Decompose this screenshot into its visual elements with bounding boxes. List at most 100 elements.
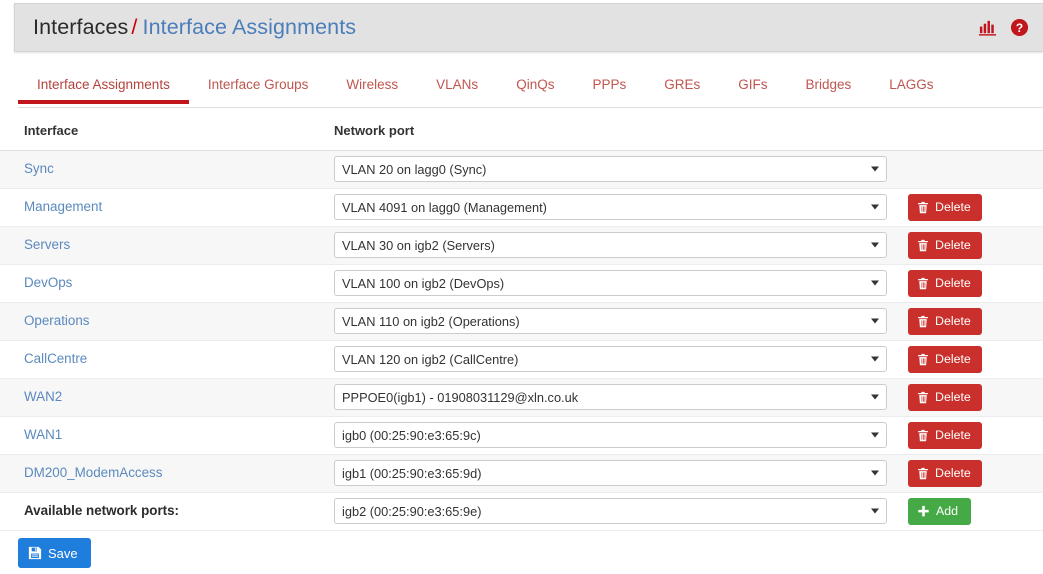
tab-bar: Interface Assignments Interface Groups W… bbox=[18, 70, 1043, 108]
cell-interface: CallCentre bbox=[0, 340, 331, 378]
delete-button-wan2[interactable]: Delete bbox=[908, 383, 982, 411]
tab-qinqs[interactable]: QinQs bbox=[497, 70, 573, 103]
delete-button-wan1[interactable]: Delete bbox=[908, 421, 982, 449]
interface-link-dm200-modemaccess[interactable]: DM200_ModemAccess bbox=[0, 465, 162, 480]
interface-link-wan1[interactable]: WAN1 bbox=[0, 427, 62, 442]
table-row: CallCentre VLAN 120 on igb2 (CallCentre) bbox=[0, 340, 1043, 378]
header-icon-group: ? bbox=[978, 18, 1029, 37]
delete-button-label: Delete bbox=[935, 427, 971, 442]
save-button-label: Save bbox=[48, 545, 78, 561]
delete-button-devops[interactable]: Delete bbox=[908, 269, 982, 297]
network-port-select-wan2[interactable]: PPPOE0(igb1) - 01908031129@xln.co.uk bbox=[334, 384, 887, 410]
network-port-select-callcentre[interactable]: VLAN 120 on igb2 (CallCentre) bbox=[334, 346, 887, 372]
table-head: Interface Network port bbox=[0, 120, 1043, 151]
tab-laggs[interactable]: LAGGs bbox=[870, 70, 952, 103]
column-header-actions bbox=[896, 120, 1043, 151]
network-port-value: VLAN 110 on igb2 (Operations) bbox=[342, 313, 520, 329]
cell-available-label: Available network ports: bbox=[0, 492, 331, 530]
chevron-down-icon bbox=[871, 432, 879, 438]
cell-actions: Delete bbox=[896, 188, 1043, 226]
network-port-select-wan1[interactable]: igb0 (00:25:90:e3:65:9c) bbox=[334, 422, 887, 448]
chevron-down-icon bbox=[871, 394, 879, 400]
breadcrumb-current[interactable]: Interface Assignments bbox=[143, 15, 357, 39]
network-port-select-operations[interactable]: VLAN 110 on igb2 (Operations) bbox=[334, 308, 887, 334]
chevron-down-icon bbox=[871, 242, 879, 248]
interface-link-servers[interactable]: Servers bbox=[0, 237, 70, 252]
delete-button-dm200-modemaccess[interactable]: Delete bbox=[908, 459, 982, 487]
delete-button-management[interactable]: Delete bbox=[908, 193, 982, 221]
network-port-value: VLAN 20 on lagg0 (Sync) bbox=[342, 161, 487, 177]
network-port-value: VLAN 120 on igb2 (CallCentre) bbox=[342, 351, 519, 367]
interface-link-wan2[interactable]: WAN2 bbox=[0, 389, 62, 404]
tab-gres[interactable]: GREs bbox=[645, 70, 719, 103]
tab-ppps[interactable]: PPPs bbox=[573, 70, 645, 103]
table-row: Sync VLAN 20 on lagg0 (Sync) bbox=[0, 150, 1043, 188]
help-circle-icon[interactable]: ? bbox=[1010, 18, 1029, 37]
tab-vlans[interactable]: VLANs bbox=[417, 70, 497, 103]
column-header-network-port: Network port bbox=[331, 120, 896, 151]
cell-actions: Delete bbox=[896, 226, 1043, 264]
network-port-select-management[interactable]: VLAN 4091 on lagg0 (Management) bbox=[334, 194, 887, 220]
trash-icon bbox=[918, 429, 928, 441]
cell-actions: Delete bbox=[896, 454, 1043, 492]
breadcrumb-root[interactable]: Interfaces bbox=[33, 15, 128, 39]
tab-bridges[interactable]: Bridges bbox=[786, 70, 870, 103]
cell-interface: WAN2 bbox=[0, 378, 331, 416]
delete-button-servers[interactable]: Delete bbox=[908, 231, 982, 259]
cell-actions: Add bbox=[896, 492, 1043, 530]
delete-button-callcentre[interactable]: Delete bbox=[908, 345, 982, 373]
table-row: WAN1 igb0 (00:25:90:e3:65:9c) Delete bbox=[0, 416, 1043, 454]
plus-icon bbox=[918, 505, 929, 516]
delete-button-operations[interactable]: Delete bbox=[908, 307, 982, 335]
available-network-ports-label: Available network ports: bbox=[24, 503, 180, 518]
trash-icon bbox=[918, 277, 928, 289]
tab-gifs[interactable]: GIFs bbox=[719, 70, 786, 103]
stats-chart-icon[interactable] bbox=[978, 18, 997, 37]
cell-interface: Servers bbox=[0, 226, 331, 264]
network-port-select-servers[interactable]: VLAN 30 on igb2 (Servers) bbox=[334, 232, 887, 258]
chevron-down-icon bbox=[871, 508, 879, 514]
available-network-port-select[interactable]: igb2 (00:25:90:e3:65:9e) bbox=[334, 498, 887, 524]
save-button[interactable]: Save bbox=[18, 538, 91, 568]
cell-network-port: VLAN 110 on igb2 (Operations) bbox=[331, 302, 896, 340]
network-port-select-dm200-modemaccess[interactable]: igb1 (00:25:90:e3:65:9d) bbox=[334, 460, 887, 486]
cell-network-port: VLAN 120 on igb2 (CallCentre) bbox=[331, 340, 896, 378]
delete-button-label: Delete bbox=[935, 237, 971, 252]
breadcrumb: Interfaces / Interface Assignments bbox=[33, 15, 356, 40]
page-header: Interfaces / Interface Assignments ? bbox=[14, 3, 1043, 52]
interface-link-operations[interactable]: Operations bbox=[0, 313, 90, 328]
tab-interface-groups[interactable]: Interface Groups bbox=[189, 70, 328, 103]
chevron-down-icon bbox=[871, 470, 879, 476]
breadcrumb-separator: / bbox=[131, 15, 138, 39]
tab-interface-assignments[interactable]: Interface Assignments bbox=[18, 70, 189, 104]
cell-network-port: igb0 (00:25:90:e3:65:9c) bbox=[331, 416, 896, 454]
cell-interface: Operations bbox=[0, 302, 331, 340]
cell-interface: DevOps bbox=[0, 264, 331, 302]
cell-actions: Delete bbox=[896, 416, 1043, 454]
table-row: DevOps VLAN 100 on igb2 (DevOps) Delete bbox=[0, 264, 1043, 302]
network-port-value: VLAN 30 on igb2 (Servers) bbox=[342, 237, 495, 253]
table-row: Servers VLAN 30 on igb2 (Servers) Delete bbox=[0, 226, 1043, 264]
chevron-down-icon bbox=[871, 356, 879, 362]
interface-link-devops[interactable]: DevOps bbox=[0, 275, 72, 290]
interface-link-management[interactable]: Management bbox=[0, 199, 102, 214]
network-port-select-devops[interactable]: VLAN 100 on igb2 (DevOps) bbox=[334, 270, 887, 296]
trash-icon bbox=[918, 391, 928, 403]
cell-actions: Delete bbox=[896, 264, 1043, 302]
trash-icon bbox=[918, 315, 928, 327]
network-port-value: igb1 (00:25:90:e3:65:9d) bbox=[342, 465, 482, 481]
network-port-value: PPPOE0(igb1) - 01908031129@xln.co.uk bbox=[342, 389, 579, 405]
delete-button-label: Delete bbox=[935, 275, 971, 290]
svg-text:?: ? bbox=[1016, 21, 1023, 35]
chevron-down-icon bbox=[871, 318, 879, 324]
add-button[interactable]: Add bbox=[908, 497, 972, 525]
network-port-select-sync[interactable]: VLAN 20 on lagg0 (Sync) bbox=[334, 156, 887, 182]
interface-link-sync[interactable]: Sync bbox=[0, 161, 54, 176]
form-actions: Save bbox=[18, 538, 91, 568]
delete-button-label: Delete bbox=[935, 199, 971, 214]
tab-wireless[interactable]: Wireless bbox=[327, 70, 417, 103]
save-floppy-icon bbox=[28, 546, 42, 560]
interface-link-callcentre[interactable]: CallCentre bbox=[0, 351, 87, 366]
delete-button-label: Delete bbox=[935, 313, 971, 328]
table-row: Operations VLAN 110 on igb2 (Operations) bbox=[0, 302, 1043, 340]
